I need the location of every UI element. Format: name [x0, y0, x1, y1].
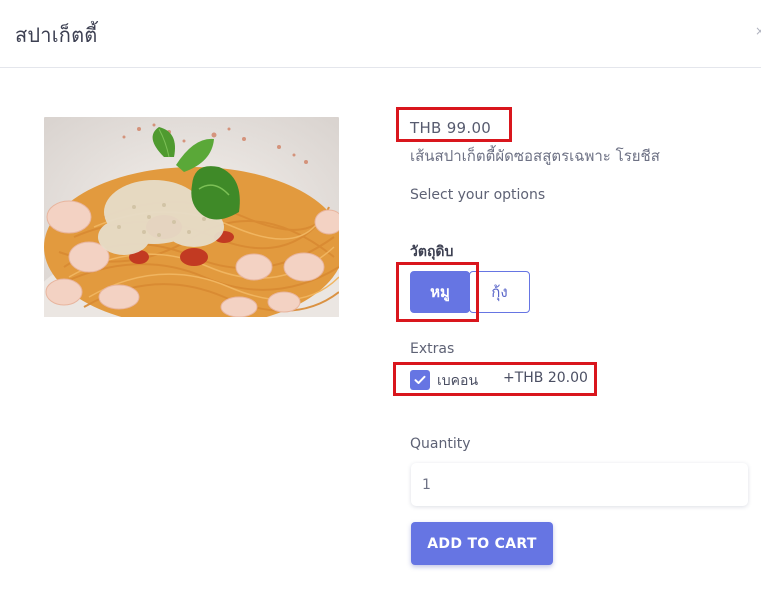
add-to-cart-button[interactable]: ADD TO CART: [411, 522, 553, 565]
select-options-label: Select your options: [410, 187, 546, 203]
product-price: THB 99.00: [410, 119, 492, 137]
modal-header: สปาเก็ตตี้ ×: [0, 0, 761, 68]
quantity-input[interactable]: [411, 463, 748, 506]
extra-bacon-checkbox[interactable]: [410, 370, 430, 390]
option-shrimp-button[interactable]: กุ้ง: [469, 271, 530, 313]
quantity-label: Quantity: [410, 436, 471, 452]
extra-bacon-price: +THB 20.00: [503, 370, 588, 386]
check-icon: [414, 375, 426, 384]
extra-bacon-label: เบคอน: [437, 373, 479, 389]
product-image: [44, 117, 339, 317]
pasta-photo-icon: [44, 117, 339, 317]
modal-title: สปาเก็ตตี้: [15, 23, 98, 47]
option-group-label: วัตถุดิบ: [410, 244, 454, 260]
option-pork-button[interactable]: หมู: [410, 271, 470, 313]
product-description: เส้นสปาเก็ตตี้ผัดซอสสูตรเฉพาะ โรยชีส: [410, 147, 660, 165]
close-icon[interactable]: ×: [755, 24, 761, 38]
extras-label: Extras: [410, 341, 455, 357]
